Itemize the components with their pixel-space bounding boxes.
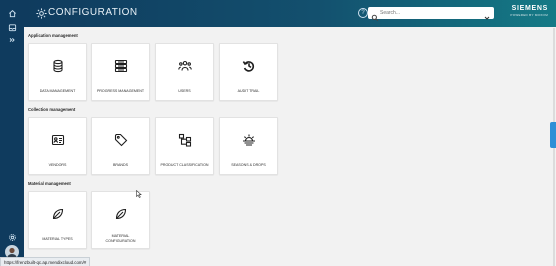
help-icon[interactable]: ? bbox=[358, 8, 368, 18]
sunset-icon bbox=[242, 133, 256, 147]
mouse-cursor-icon bbox=[136, 185, 142, 198]
main-content: Application management DATA MANAGEMENT P… bbox=[24, 27, 552, 266]
brand-name: SIEMENS bbox=[511, 5, 548, 12]
card-seasons-drops[interactable]: SEASONS & DROPS bbox=[219, 117, 278, 175]
section-title: Application management bbox=[28, 33, 78, 38]
gear-icon bbox=[35, 7, 48, 20]
card-label: USERS bbox=[178, 88, 191, 93]
card-progress-management[interactable]: PROGRESS MANAGEMENT bbox=[91, 43, 150, 101]
hierarchy-icon bbox=[178, 133, 192, 147]
card-label: PRODUCT CLASSIFICATION bbox=[160, 162, 209, 167]
card-users[interactable]: USERS bbox=[155, 43, 214, 101]
users-icon bbox=[177, 59, 192, 73]
id-card-icon bbox=[51, 133, 65, 147]
database-icon bbox=[51, 59, 65, 73]
card-brands[interactable]: BRANDS bbox=[91, 117, 150, 175]
settings-icon[interactable] bbox=[4, 230, 20, 244]
card-label: VENDORS bbox=[48, 162, 67, 167]
leaf-icon bbox=[51, 207, 65, 221]
card-material-types[interactable]: MATERIAL TYPES bbox=[28, 191, 87, 249]
section-title: Material management bbox=[28, 181, 71, 186]
card-material-configuration[interactable]: MATERIAL CONFIGURATION bbox=[91, 191, 150, 249]
search-icon bbox=[371, 9, 379, 22]
chevron-down-icon[interactable] bbox=[483, 9, 491, 20]
section-title: Collection management bbox=[28, 107, 76, 112]
card-vendors[interactable]: VENDORS bbox=[28, 117, 87, 175]
history-icon bbox=[242, 59, 256, 73]
leaf-icon bbox=[114, 207, 128, 221]
card-product-classification[interactable]: PRODUCT CLASSIFICATION bbox=[155, 117, 214, 175]
brand-subtitle: POWERED BY MOXOM bbox=[510, 13, 548, 17]
server-stack-icon bbox=[114, 59, 128, 73]
card-audit-trail[interactable]: AUDIT TRAIL bbox=[219, 43, 278, 101]
search-input[interactable] bbox=[380, 8, 476, 18]
card-label: DATA MANAGEMENT bbox=[39, 88, 76, 93]
card-data-management[interactable]: DATA MANAGEMENT bbox=[28, 43, 87, 101]
left-rail bbox=[0, 0, 24, 266]
status-url: https://frenzbuilt-qc.ap.mendixcloud.com… bbox=[0, 257, 91, 266]
brand-logo: SIEMENS POWERED BY MOXOM bbox=[510, 5, 548, 17]
search-box[interactable] bbox=[368, 7, 494, 22]
app-frame: CONFIGURATION ? SIEMENS POWERED BY MOXOM… bbox=[0, 0, 556, 266]
inbox-icon[interactable] bbox=[4, 20, 20, 34]
top-header: CONFIGURATION ? SIEMENS POWERED BY MOXOM bbox=[24, 0, 556, 27]
card-label: SEASONS & DROPS bbox=[231, 162, 266, 167]
page-title: CONFIGURATION bbox=[48, 7, 138, 18]
card-label: PROGRESS MANAGEMENT bbox=[96, 88, 145, 93]
feedback-tab[interactable] bbox=[550, 122, 556, 148]
tag-icon bbox=[114, 133, 128, 147]
card-label: AUDIT TRAIL bbox=[237, 88, 260, 93]
home-icon[interactable] bbox=[4, 6, 20, 20]
expand-icon[interactable] bbox=[4, 33, 20, 47]
card-label: MATERIAL TYPES bbox=[42, 236, 73, 241]
card-label: BRANDS bbox=[113, 162, 128, 167]
card-label: MATERIAL CONFIGURATION bbox=[105, 234, 136, 243]
